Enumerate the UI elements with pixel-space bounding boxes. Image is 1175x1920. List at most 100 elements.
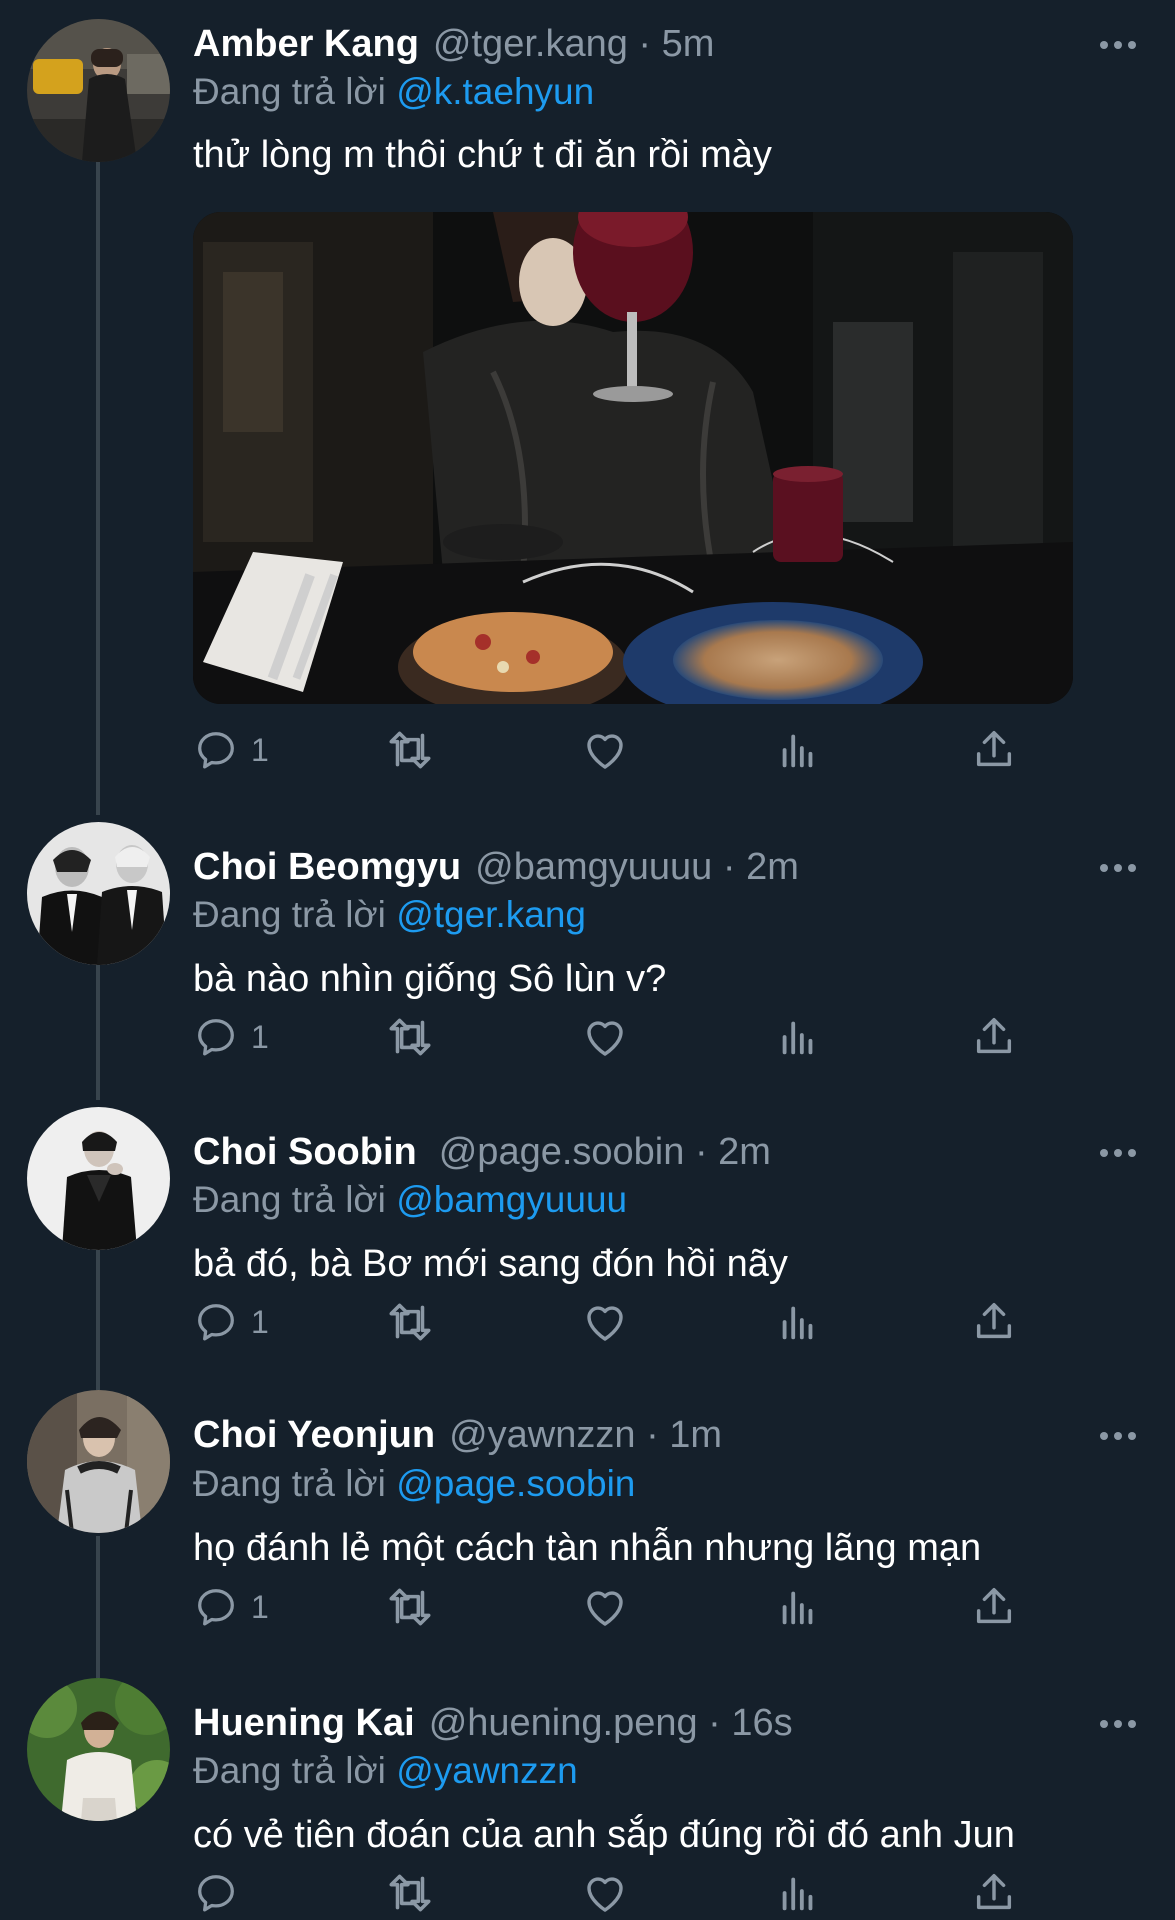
more-icon[interactable] (1100, 39, 1136, 51)
separator-dot: · (627, 23, 662, 65)
tweet-item[interactable]: Choi Beomgyu @bamgyuuuu · 2m Đang trả lời… (0, 800, 1175, 1090)
like-button[interactable] (581, 1582, 629, 1632)
views-button[interactable] (775, 1012, 821, 1062)
retweet-button[interactable] (385, 1297, 435, 1347)
mention-link[interactable]: @tger.kang (396, 894, 586, 935)
more-icon[interactable] (1100, 1430, 1136, 1442)
reply-icon (193, 1299, 239, 1345)
tweet-actions: 1 (193, 725, 1073, 775)
share-icon (971, 1870, 1017, 1916)
views-icon (775, 1870, 821, 1916)
tweet-item[interactable]: Amber Kang @tger.kang · 5m Đang trả lời @… (0, 0, 1175, 800)
more-icon[interactable] (1100, 862, 1136, 874)
retweet-button[interactable] (385, 1582, 435, 1632)
avatar[interactable] (27, 822, 170, 965)
display-name[interactable]: Choi Beomgyu (193, 846, 461, 888)
reply-button[interactable] (193, 1868, 251, 1918)
user-handle[interactable]: @bamgyuuuu (475, 846, 712, 888)
tweet-item[interactable]: Huening Kai @huening.peng · 16s Đang trả … (0, 1660, 1175, 1920)
separator-dot: · (712, 846, 747, 888)
like-button[interactable] (581, 1868, 629, 1918)
tweet-text: có vẻ tiên đoán của anh sắp đúng rồi đó … (193, 1814, 1015, 1856)
reply-prefix: Đang trả lời (193, 71, 386, 112)
reply-prefix: Đang trả lời (193, 1179, 386, 1220)
share-button[interactable] (971, 1868, 1017, 1918)
views-icon (775, 1584, 821, 1630)
reply-button[interactable]: 1 (193, 1582, 269, 1632)
user-handle[interactable]: @tger.kang (433, 23, 628, 65)
avatar[interactable] (27, 1390, 170, 1533)
timestamp[interactable]: 1m (669, 1414, 722, 1456)
avatar[interactable] (27, 19, 170, 162)
timestamp[interactable]: 2m (746, 846, 799, 888)
tweet-header: Huening Kai @huening.peng · 16s (193, 1701, 793, 1745)
reply-count: 1 (251, 1588, 269, 1625)
share-icon (971, 727, 1017, 773)
reply-button[interactable]: 1 (193, 1297, 269, 1347)
share-button[interactable] (971, 1297, 1017, 1347)
views-icon (775, 727, 821, 773)
user-handle[interactable]: @yawnzzn (449, 1414, 635, 1456)
reply-count: 1 (251, 1018, 269, 1055)
views-button[interactable] (775, 1868, 821, 1918)
display-name[interactable]: Huening Kai (193, 1702, 415, 1744)
share-icon (971, 1014, 1017, 1060)
share-button[interactable] (971, 725, 1017, 775)
mention-link[interactable]: @k.taehyun (396, 71, 594, 112)
like-icon (581, 1298, 629, 1346)
replying-to: Đang trả lời @page.soobin (193, 1462, 635, 1506)
reply-icon (193, 1584, 239, 1630)
tweet-text: thử lòng m thôi chứ t đi ăn rồi mày (193, 134, 772, 176)
avatar[interactable] (27, 1107, 170, 1250)
tweet-photo[interactable] (193, 212, 1073, 704)
reply-thread: Amber Kang @tger.kang · 5m Đang trả lời @… (0, 0, 1175, 1920)
reply-icon (193, 1870, 239, 1916)
views-icon (775, 1014, 821, 1060)
retweet-icon (385, 1582, 435, 1632)
tweet-item[interactable]: Choi Soobin @page.soobin · 2m Đang trả lờ… (0, 1090, 1175, 1375)
mention-link[interactable]: @bamgyuuuu (396, 1179, 627, 1220)
retweet-icon (385, 1297, 435, 1347)
like-button[interactable] (581, 1297, 629, 1347)
like-button[interactable] (581, 1012, 629, 1062)
tweet-text: họ đánh lẻ một cách tàn nhẫn nhưng lãng … (193, 1527, 982, 1569)
views-button[interactable] (775, 1297, 821, 1347)
reply-count: 1 (251, 731, 269, 768)
timestamp[interactable]: 16s (731, 1702, 792, 1744)
retweet-button[interactable] (385, 1868, 435, 1918)
user-handle[interactable]: @page.soobin (439, 1131, 685, 1173)
tweet-item[interactable]: Choi Yeonjun @yawnzzn · 1m Đang trả lời @… (0, 1375, 1175, 1660)
mention-link[interactable]: @yawnzzn (396, 1750, 578, 1791)
share-button[interactable] (971, 1582, 1017, 1632)
retweet-button[interactable] (385, 1012, 435, 1062)
replying-to: Đang trả lời @tger.kang (193, 893, 586, 937)
replying-to: Đang trả lời @bamgyuuuu (193, 1178, 627, 1222)
reply-button[interactable]: 1 (193, 1012, 269, 1062)
tweet-header: Choi Yeonjun @yawnzzn · 1m (193, 1413, 722, 1457)
display-name[interactable]: Choi Yeonjun (193, 1414, 435, 1456)
retweet-icon (385, 1868, 435, 1918)
views-button[interactable] (775, 725, 821, 775)
reply-prefix: Đang trả lời (193, 1750, 386, 1791)
avatar[interactable] (27, 1678, 170, 1821)
display-name[interactable]: Amber Kang (193, 23, 419, 65)
tweet-text: bà nào nhìn giống Sô lùn v? (193, 958, 667, 1000)
timestamp[interactable]: 2m (718, 1131, 771, 1173)
more-icon[interactable] (1100, 1147, 1136, 1159)
user-handle[interactable]: @huening.peng (429, 1702, 698, 1744)
replying-to: Đang trả lời @k.taehyun (193, 70, 594, 114)
more-icon[interactable] (1100, 1718, 1136, 1730)
separator-dot: · (697, 1702, 732, 1744)
mention-link[interactable]: @page.soobin (396, 1463, 635, 1504)
retweet-button[interactable] (385, 725, 435, 775)
views-button[interactable] (775, 1582, 821, 1632)
tweet-actions: 1 (193, 1297, 1073, 1347)
share-button[interactable] (971, 1012, 1017, 1062)
like-button[interactable] (581, 725, 629, 775)
reply-prefix: Đang trả lời (193, 894, 386, 935)
display-name[interactable]: Choi Soobin (193, 1131, 417, 1173)
reply-button[interactable]: 1 (193, 725, 269, 775)
tweet-actions: 1 (193, 1582, 1073, 1632)
timestamp[interactable]: 5m (662, 23, 715, 65)
tweet-actions (193, 1868, 1073, 1918)
